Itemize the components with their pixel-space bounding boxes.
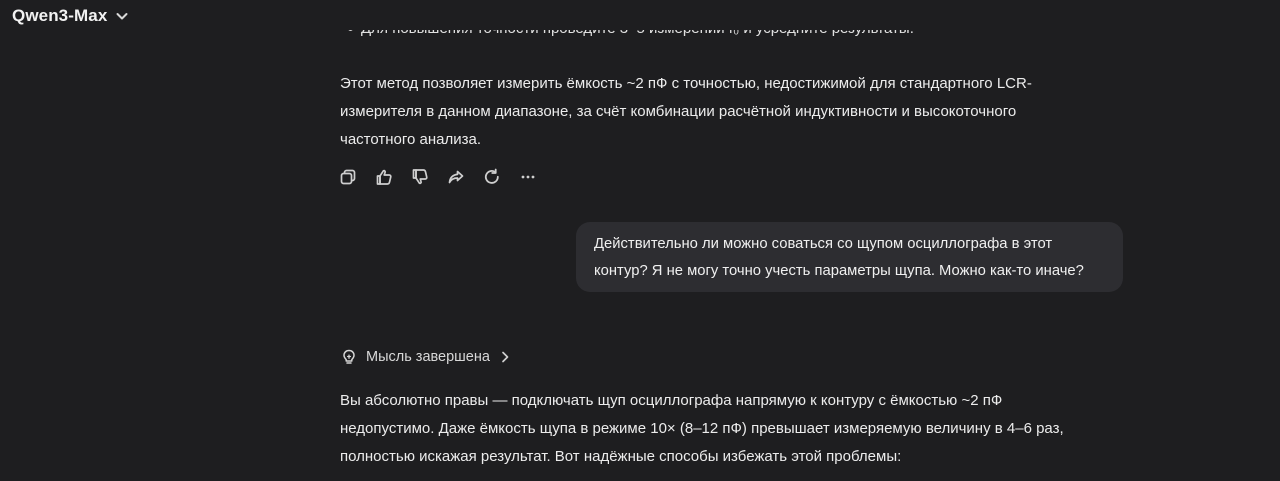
model-name: Qwen3-Max <box>12 6 108 25</box>
copy-button[interactable] <box>338 167 358 187</box>
paragraph-line: Вы абсолютно правы — подключать щуп осци… <box>340 392 1003 409</box>
paragraph-line: полностью искажая результат. Вот надёжны… <box>340 448 902 465</box>
thumbs-up-icon <box>375 168 393 186</box>
copy-icon <box>339 168 357 186</box>
regenerate-icon <box>483 168 501 186</box>
share-icon <box>447 168 465 186</box>
previous-bullet-text: Для повышения точности проведите 3–5 изм… <box>361 29 914 37</box>
chat-window: Qwen3-Max Для повышения точности проведи… <box>0 0 1280 481</box>
chevron-down-icon <box>115 9 129 23</box>
like-button[interactable] <box>374 167 394 187</box>
dislike-button[interactable] <box>410 167 430 187</box>
paragraph-line: Этот метод позволяет измерить ёмкость ~2… <box>340 75 1032 92</box>
assistant-reply-paragraph: Вы абсолютно правы — подключать щуп осци… <box>340 387 1100 471</box>
assistant-previous-paragraph: Этот метод позволяет измерить ёмкость ~2… <box>340 70 1100 154</box>
thought-label: Мысль завершена <box>366 349 490 365</box>
paragraph-line: измерителя в данном диапазоне, за счёт к… <box>340 103 1017 120</box>
paragraph-line: частотного анализа. <box>340 131 482 148</box>
lightbulb-icon <box>340 348 358 366</box>
chevron-right-icon <box>498 350 512 364</box>
top-bar: Qwen3-Max <box>0 0 1280 30</box>
user-message-line: Действительно ли можно соваться со щупом… <box>594 236 1053 252</box>
message-action-bar <box>338 165 538 189</box>
user-message-bubble: Действительно ли можно соваться со щупом… <box>576 222 1123 292</box>
thought-status-toggle[interactable]: Мысль завершена <box>340 348 512 366</box>
previous-bullet-item: Для повышения точности проведите 3–5 изм… <box>348 29 1048 47</box>
thumbs-down-icon <box>411 168 429 186</box>
regenerate-button[interactable] <box>482 167 502 187</box>
paragraph-line: недопустимо. Даже ёмкость щупа в режиме … <box>340 420 1064 437</box>
more-icon <box>519 168 537 186</box>
model-selector[interactable]: Qwen3-Max <box>12 5 129 27</box>
more-button[interactable] <box>518 167 538 187</box>
share-button[interactable] <box>446 167 466 187</box>
user-message-line: контур? Я не могу точно учесть параметры… <box>594 263 1084 279</box>
